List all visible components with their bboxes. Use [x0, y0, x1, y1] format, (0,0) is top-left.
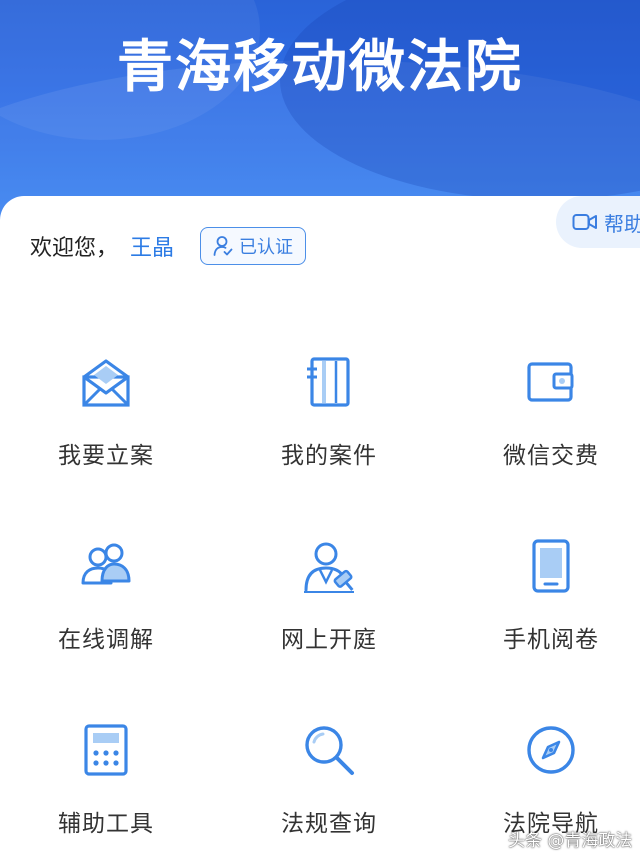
- menu-item-online-hearing[interactable]: 网上开庭: [229, 536, 429, 666]
- verified-badge[interactable]: 已认证: [200, 227, 307, 265]
- menu-item-wechat-pay[interactable]: 微信交费: [451, 352, 640, 482]
- wallet-icon: [527, 362, 574, 402]
- menu-item-label: 微信交费: [503, 443, 599, 469]
- header-banner: 青海移动微法院: [0, 0, 640, 220]
- welcome-row: 欢迎您， 王晶 已认证: [30, 226, 307, 266]
- search-icon: [305, 726, 354, 775]
- user-name[interactable]: 王晶: [130, 230, 174, 262]
- calculator-icon: [84, 724, 128, 776]
- menu-item-label: 辅助工具: [58, 811, 154, 837]
- menu-item-file-case[interactable]: 我要立案: [6, 352, 206, 482]
- judge-gavel-icon: [304, 542, 354, 593]
- tablet-icon: [532, 539, 570, 593]
- menu-item-online-mediation[interactable]: 在线调解: [6, 536, 206, 666]
- menu-item-label: 网上开庭: [281, 627, 377, 653]
- menu-item-label: 法规查询: [281, 811, 377, 837]
- menu-item-my-cases[interactable]: 我的案件: [229, 352, 429, 482]
- video-camera-icon: [572, 214, 597, 230]
- menu-item-label: 我的案件: [281, 443, 377, 469]
- menu-item-mobile-dossier[interactable]: 手机阅卷: [451, 536, 640, 666]
- help-button[interactable]: 帮助: [556, 196, 640, 248]
- menu-item-label: 在线调解: [58, 627, 154, 653]
- welcome-greeting: 欢迎您，: [30, 236, 119, 261]
- help-label: 帮助: [604, 211, 640, 236]
- people-icon: [81, 543, 131, 585]
- verified-user-icon: [213, 236, 233, 256]
- envelope-icon: [82, 359, 130, 407]
- verified-label: 已认证: [239, 237, 294, 258]
- menu-item-label: 我要立案: [58, 443, 154, 469]
- app-title: 青海移动微法院: [117, 35, 523, 100]
- menu-item-label: 手机阅卷: [503, 627, 599, 653]
- compass-icon: [527, 726, 575, 774]
- menu-item-aux-tools[interactable]: 辅助工具: [6, 720, 206, 850]
- watermark: 头条 @青海政法: [508, 831, 633, 851]
- notebook-icon: [307, 357, 350, 407]
- menu-item-law-search[interactable]: 法规查询: [229, 720, 429, 850]
